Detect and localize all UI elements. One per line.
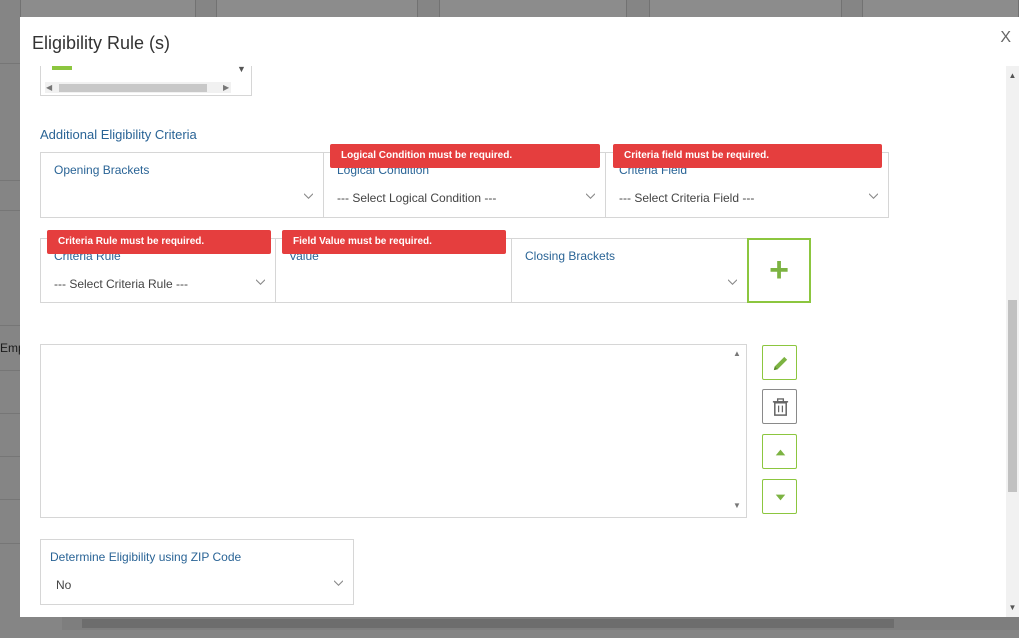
selected-item-marker bbox=[52, 66, 72, 70]
value-error: Field Value must be required. bbox=[282, 230, 506, 254]
eligibility-rule-modal: Eligibility Rule (s) X ▼ ◀ ▶ Additional … bbox=[20, 17, 1019, 617]
modal-title: Eligibility Rule (s) bbox=[32, 33, 171, 53]
close-button[interactable]: X bbox=[1000, 29, 1011, 47]
triangle-up-icon bbox=[775, 449, 786, 456]
vertical-scrollbar[interactable]: ▲ ▼ bbox=[729, 345, 746, 517]
section-title: Additional Eligibility Criteria bbox=[40, 127, 197, 142]
edit-button[interactable] bbox=[762, 345, 797, 380]
field-label: Determine Eligibility using ZIP Code bbox=[50, 550, 242, 564]
trash-icon bbox=[772, 398, 789, 416]
field-label: Closing Brackets bbox=[525, 249, 616, 263]
chevron-down-icon bbox=[586, 193, 595, 199]
eligibility-list-box[interactable]: ▼ ◀ ▶ bbox=[40, 66, 252, 96]
field-value: --- Select Logical Condition --- bbox=[337, 191, 497, 205]
criteria-field-error: Criteria field must be required. bbox=[613, 144, 882, 168]
plus-icon: + bbox=[769, 251, 789, 289]
chevron-down-icon bbox=[869, 193, 878, 199]
scroll-up-icon[interactable]: ▲ bbox=[1006, 70, 1019, 82]
scroll-thumb[interactable] bbox=[1008, 300, 1017, 492]
chevron-down-icon bbox=[334, 580, 343, 586]
move-down-button[interactable] bbox=[762, 479, 797, 514]
horizontal-scrollbar[interactable]: ◀ ▶ bbox=[45, 82, 231, 93]
zip-code-eligibility-select[interactable]: Determine Eligibility using ZIP Code No bbox=[40, 539, 354, 605]
field-label: Opening Brackets bbox=[54, 163, 150, 177]
criteria-rule-error: Criteria Rule must be required. bbox=[47, 230, 271, 254]
field-value: --- Select Criteria Rule --- bbox=[54, 277, 189, 291]
triangle-down-icon bbox=[775, 494, 786, 501]
pencil-icon bbox=[773, 356, 788, 371]
modal-vertical-scrollbar[interactable]: ▲ ▼ bbox=[1006, 66, 1019, 617]
delete-button[interactable] bbox=[762, 389, 797, 424]
modal-header: Eligibility Rule (s) X bbox=[20, 17, 1019, 66]
scroll-thumb[interactable] bbox=[59, 84, 207, 92]
move-up-button[interactable] bbox=[762, 434, 797, 469]
scroll-down-icon[interactable]: ▼ bbox=[1006, 602, 1019, 614]
scroll-down-icon[interactable]: ▼ bbox=[237, 66, 246, 74]
rule-list-box[interactable]: ▲ ▼ bbox=[40, 344, 747, 518]
logical-condition-error: Logical Condition must be required. bbox=[330, 144, 600, 168]
closing-brackets-select[interactable]: Closing Brackets bbox=[511, 238, 748, 303]
scroll-up-icon[interactable]: ▲ bbox=[733, 349, 741, 358]
scroll-right-icon[interactable]: ▶ bbox=[223, 82, 229, 93]
field-value: --- Select Criteria Field --- bbox=[619, 191, 755, 205]
scroll-left-icon[interactable]: ◀ bbox=[46, 82, 52, 93]
chevron-down-icon bbox=[728, 279, 737, 285]
field-value: No bbox=[56, 578, 72, 592]
chevron-down-icon bbox=[256, 279, 265, 285]
modal-body: ▼ ◀ ▶ Additional Eligibility Criteria Op… bbox=[20, 66, 1006, 617]
opening-brackets-select[interactable]: Opening Brackets bbox=[40, 152, 324, 218]
chevron-down-icon bbox=[304, 193, 313, 199]
add-criteria-button[interactable]: + bbox=[747, 238, 811, 303]
scroll-down-icon[interactable]: ▼ bbox=[733, 501, 741, 510]
